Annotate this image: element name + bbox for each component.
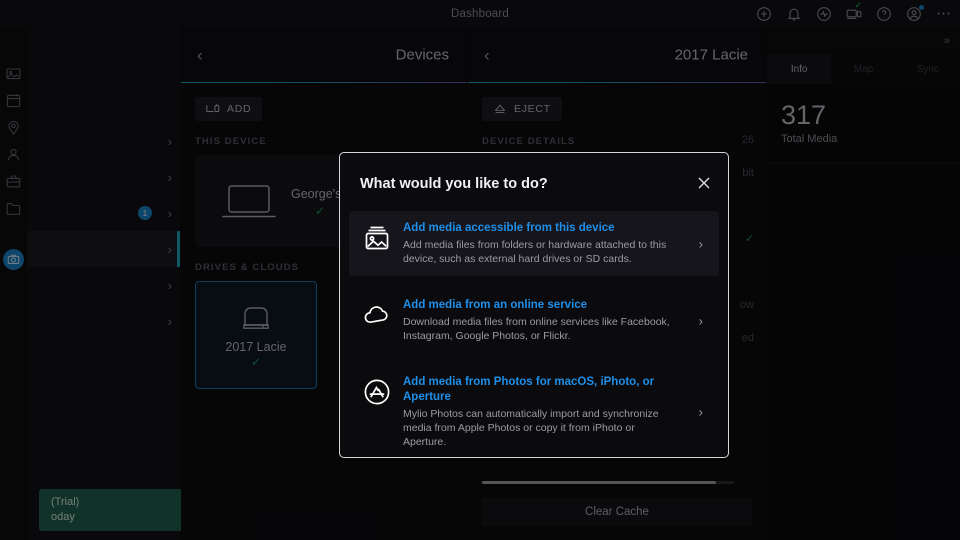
- modal-title: What would you like to do?: [360, 176, 548, 192]
- option-title: Add media from Photos for macOS, iPhoto,…: [403, 376, 655, 403]
- chevron-right-icon: ›: [698, 313, 703, 328]
- option-add-media-this-device[interactable]: Add media accessible from this device Ad…: [349, 211, 719, 276]
- add-media-modal: What would you like to do? Add media acc…: [339, 152, 729, 458]
- modal-header: What would you like to do?: [340, 153, 728, 211]
- option-title: Add media from an online service: [403, 299, 588, 311]
- option-title: Add media accessible from this device: [403, 222, 615, 234]
- app-window: Dashboard ✓ ⋯ › › 1 › › › › (Trial) oday…: [0, 0, 960, 540]
- option-add-media-online-service[interactable]: Add media from an online service Downloa…: [349, 288, 719, 353]
- option-description: Mylio Photos can automatically import an…: [403, 408, 659, 448]
- option-description: Download media files from online service…: [403, 316, 670, 342]
- cloud-icon: [363, 301, 391, 329]
- photo-stack-icon: [363, 224, 391, 252]
- option-add-media-apple-photos[interactable]: Add media from Photos for macOS, iPhoto,…: [349, 365, 719, 457]
- chevron-right-icon: ›: [698, 236, 703, 251]
- close-icon[interactable]: [697, 176, 711, 190]
- chevron-right-icon: ›: [698, 404, 703, 420]
- option-description: Add media files from folders or hardware…: [403, 239, 667, 265]
- app-store-icon: [363, 378, 391, 406]
